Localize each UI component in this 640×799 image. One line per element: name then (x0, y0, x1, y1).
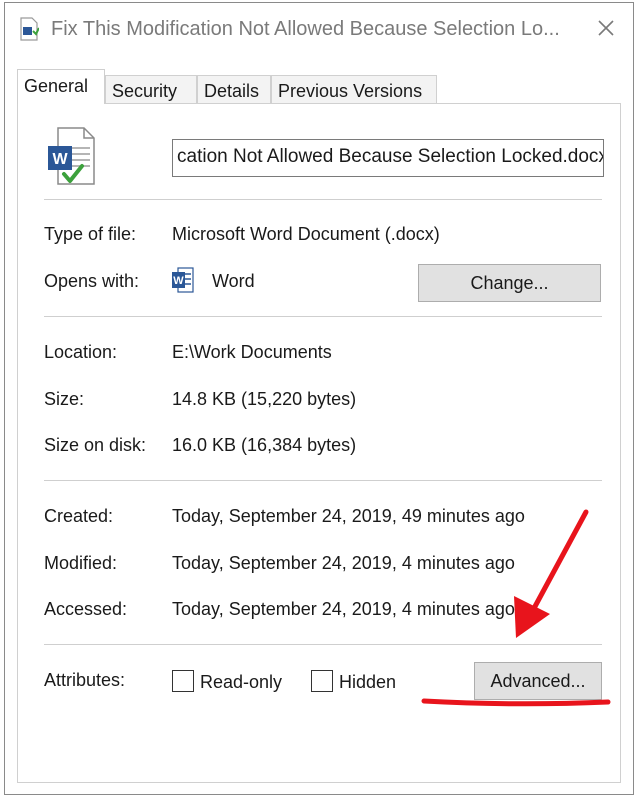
word-document-icon: W (48, 127, 95, 185)
opens-with-label: Opens with: (44, 271, 140, 291)
svg-text:W: W (52, 151, 68, 168)
window-title: Fix This Modification Not Allowed Becaus… (51, 18, 560, 40)
modified-label: Modified: (44, 553, 118, 573)
type-of-file-value: Microsoft Word Document (.docx) (172, 224, 440, 244)
location-label: Location: (44, 342, 118, 362)
divider (44, 644, 602, 645)
divider (44, 316, 602, 317)
advanced-button[interactable]: Advanced... (474, 662, 602, 700)
svg-text:W: W (173, 275, 184, 287)
attributes-label: Attributes: (44, 670, 126, 690)
general-panel: W cation Not Allowed Because Selection L… (17, 103, 621, 783)
tab-security[interactable]: Security (105, 75, 197, 103)
size-label: Size: (44, 389, 85, 409)
accessed-value: Today, September 24, 2019, 4 minutes ago (172, 599, 515, 619)
type-of-file-label: Type of file: (44, 224, 137, 244)
divider (44, 480, 602, 481)
tab-general[interactable]: General (17, 69, 105, 104)
opens-with-value: Word (212, 271, 255, 291)
size-on-disk-value: 16.0 KB (16,384 bytes) (172, 435, 357, 455)
size-on-disk-label: Size on disk: (44, 435, 147, 455)
close-icon[interactable] (591, 13, 621, 43)
read-only-label[interactable]: Read-only (200, 672, 282, 693)
created-value: Today, September 24, 2019, 49 minutes ag… (172, 506, 525, 526)
title-bar: Fix This Modification Not Allowed Becaus… (5, 3, 633, 55)
hidden-checkbox[interactable] (311, 670, 333, 692)
tab-previous-versions[interactable]: Previous Versions (271, 75, 437, 103)
size-value: 14.8 KB (15,220 bytes) (172, 389, 357, 409)
properties-window: Fix This Modification Not Allowed Becaus… (4, 2, 634, 795)
hidden-label[interactable]: Hidden (339, 672, 396, 693)
word-app-icon: W (172, 267, 194, 293)
tab-details[interactable]: Details (197, 75, 271, 103)
location-value: E:\Work Documents (172, 342, 332, 362)
created-label: Created: (44, 506, 114, 526)
change-button[interactable]: Change... (418, 264, 601, 302)
read-only-checkbox[interactable] (172, 670, 194, 692)
divider (44, 199, 602, 200)
filename-field[interactable]: cation Not Allowed Because Selection Loc… (172, 139, 604, 177)
document-icon (20, 17, 39, 41)
modified-value: Today, September 24, 2019, 4 minutes ago (172, 553, 515, 573)
accessed-label: Accessed: (44, 599, 128, 619)
